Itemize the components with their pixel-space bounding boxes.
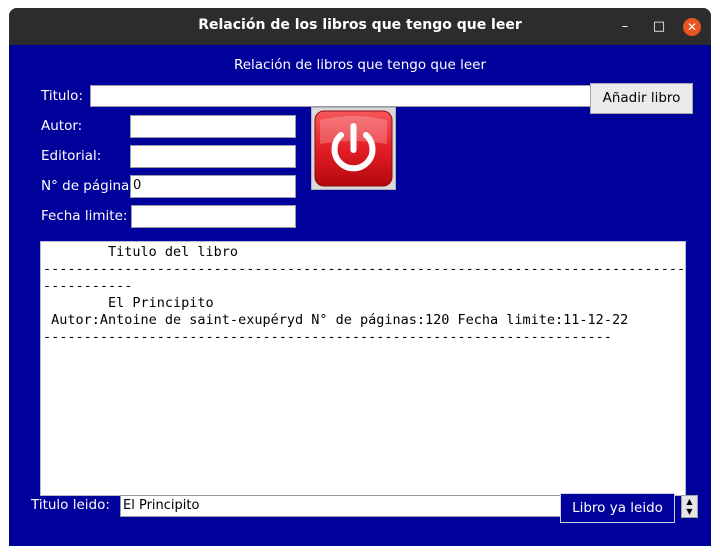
separator-wrap: ----------- [43,278,133,294]
paginas-label: N° de páginas: [41,178,130,194]
editorial-label: Editorial: [41,148,102,164]
list-item-details: Autor:Antoine de saint-exupéryd N° de pá… [43,312,629,328]
autor-input[interactable] [130,115,296,138]
read-title-label: Titulo leido: [31,497,110,513]
title-bar: Relación de los libros que tengo que lee… [9,8,711,45]
titulo-input[interactable] [90,85,592,107]
list-header: Titulo del libro [43,244,239,260]
fecha-input[interactable] [131,205,296,228]
maximize-button[interactable]: □ [650,18,668,36]
power-icon [314,110,393,187]
book-list-textarea[interactable]: Titulo del libro -----------------------… [40,241,686,496]
editorial-input[interactable] [130,145,296,168]
fecha-label: Fecha limite: [41,208,128,224]
add-book-button[interactable]: Añadir libro [590,83,693,114]
autor-label: Autor: [41,118,83,134]
minimize-button[interactable]: – [616,18,634,36]
spin-up-icon[interactable]: ▲ [682,497,697,506]
titulo-label: Titulo: [41,88,83,104]
paginas-input[interactable]: 0 [130,175,296,198]
separator-long: ----------------------------------------… [43,261,686,277]
read-title-input[interactable]: El Principito [120,495,565,517]
book-list-content: Titulo del libro -----------------------… [41,242,685,348]
power-button[interactable] [311,107,396,190]
list-item-title: El Principito [43,295,214,311]
form-heading: Relación de libros que tengo que leer [233,57,487,73]
separator-short: ----------------------------------------… [43,329,612,345]
window-title: Relación de los libros que tengo que lee… [198,17,522,33]
mark-read-button[interactable]: Libro ya leido [560,493,675,523]
read-spinbox-arrows[interactable]: ▲ ▼ [681,495,698,518]
close-button[interactable]: ✕ [683,18,701,36]
app-window: Relación de los libros que tengo que lee… [9,8,711,546]
spin-down-icon[interactable]: ▼ [682,507,697,516]
